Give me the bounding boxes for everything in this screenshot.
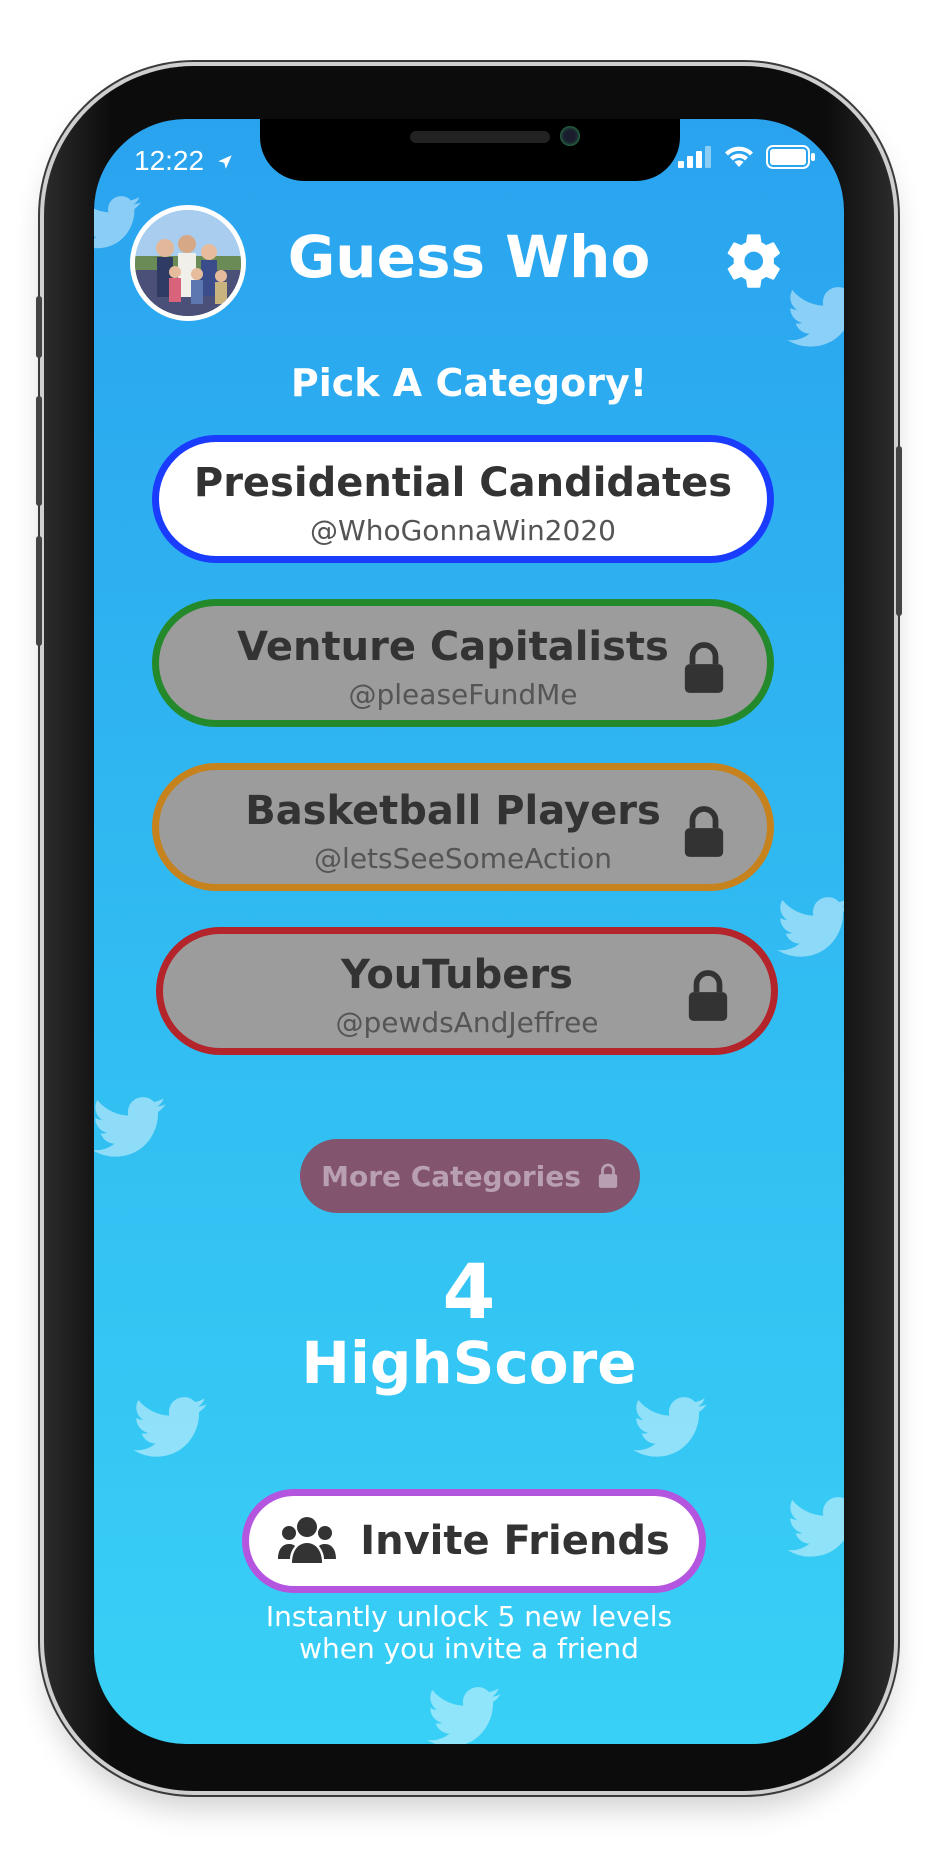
twitter-bird-icon [427,1687,501,1744]
wifi-icon [725,146,753,167]
location-arrow-icon [218,155,232,169]
lock-icon [598,1163,618,1188]
category-prompt: Pick A Category! [290,361,648,405]
category-venture-capitalists[interactable]: Venture Capitalists @pleaseFundMe [152,599,774,727]
side-button-volume-down [36,536,42,646]
users-icon [278,1517,337,1563]
category-handle: @pewdsAndJeffree [335,1006,599,1039]
category-name: YouTubers [341,952,573,998]
invite-note: Instantly unlock 5 new levels when you i… [94,1601,844,1665]
signal-icon [678,146,711,168]
invite-note-line2: when you invite a friend [299,1632,639,1665]
twitter-bird-icon [94,1097,166,1157]
category-handle: @letsSeeSomeAction [314,842,612,875]
twitter-bird-icon [633,1397,707,1457]
side-button-volume-up [36,396,42,506]
twitter-bird-icon [777,897,844,957]
category-name: Basketball Players [245,788,661,834]
lock-icon [684,806,724,857]
lock-icon [688,970,728,1021]
side-button-power [896,446,902,616]
more-categories-label: More Categories [321,1159,581,1193]
speaker-grille [410,131,550,143]
app-screen: 12:22 Guess Who Pick A Category! Preside… [94,119,844,1744]
category-handle: @pleaseFundMe [348,678,578,711]
twitter-bird-icon [787,287,844,347]
status-time-text: 12:22 [134,145,205,176]
battery-icon [766,145,815,169]
category-name: Presidential Candidates [193,460,733,506]
invite-friends-label: Invite Friends [360,1518,670,1564]
twitter-bird-icon [787,1497,844,1557]
notch [260,119,680,181]
front-camera [560,126,580,146]
gear-icon[interactable] [722,229,786,293]
invite-friends-button[interactable]: Invite Friends [242,1489,706,1593]
category-name: Venture Capitalists [237,624,669,670]
lock-icon [684,642,724,693]
side-button-mute [36,296,42,358]
status-icons [678,145,816,169]
invite-note-line1: Instantly unlock 5 new levels [265,1600,673,1633]
category-basketball-players[interactable]: Basketball Players @letsSeeSomeAction [152,763,774,891]
high-score-value: 4 [442,1247,496,1336]
high-score-label: HighScore [301,1329,637,1397]
category-presidential-candidates[interactable]: Presidential Candidates @WhoGonnaWin2020 [152,435,774,563]
status-time: 12:22 [134,145,234,177]
category-youtubers[interactable]: YouTubers @pewdsAndJeffree [156,927,778,1055]
twitter-bird-icon [133,1397,207,1457]
more-categories-button[interactable]: More Categories [300,1139,640,1213]
category-handle: @WhoGonnaWin2020 [310,514,616,547]
